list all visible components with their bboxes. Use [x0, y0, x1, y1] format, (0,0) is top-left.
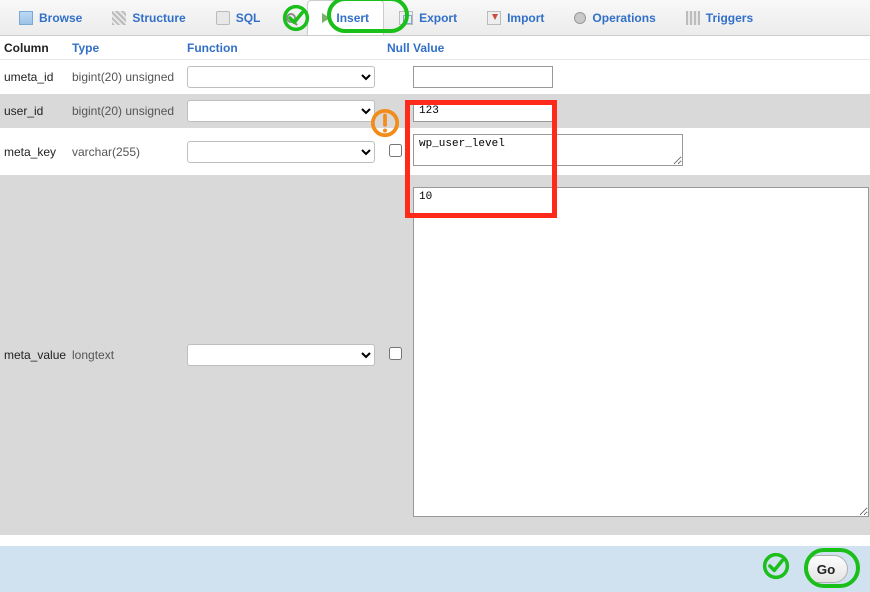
- go-button[interactable]: Go: [804, 555, 848, 583]
- tab-label: Triggers: [706, 11, 753, 25]
- header-value[interactable]: Value: [413, 41, 870, 55]
- null-checkbox[interactable]: [389, 144, 402, 157]
- import-icon: [487, 11, 501, 25]
- tab-label: SQL: [236, 11, 261, 25]
- value-input[interactable]: [413, 187, 869, 517]
- tab-label: Browse: [39, 11, 82, 25]
- table-header: Column Type Function Null Value: [0, 36, 870, 60]
- column-type: bigint(20) unsigned: [72, 70, 187, 84]
- header-null[interactable]: Null: [387, 41, 413, 55]
- tab-structure[interactable]: Structure: [97, 0, 200, 35]
- tab-label: Import: [507, 11, 544, 25]
- header-function[interactable]: Function: [187, 41, 387, 55]
- tab-label: Insert: [336, 11, 369, 25]
- browse-icon: [19, 11, 33, 25]
- search-icon: [286, 13, 296, 23]
- row-meta-key: meta_key varchar(255): [0, 128, 870, 175]
- tab-search[interactable]: [275, 0, 307, 35]
- row-umeta-id: umeta_id bigint(20) unsigned: [0, 60, 870, 94]
- tab-label: Operations: [592, 11, 655, 25]
- sql-icon: [216, 11, 230, 25]
- tab-browse[interactable]: Browse: [4, 0, 97, 35]
- insert-icon: [322, 13, 330, 23]
- insert-form: umeta_id bigint(20) unsigned user_id big…: [0, 60, 870, 535]
- export-icon: [399, 11, 413, 25]
- tab-triggers[interactable]: Triggers: [671, 0, 768, 35]
- function-select[interactable]: [187, 100, 375, 122]
- value-input[interactable]: [413, 66, 553, 88]
- row-meta-value: meta_value longtext: [0, 175, 870, 535]
- footer-bar: Go: [0, 546, 870, 592]
- function-select[interactable]: [187, 344, 375, 366]
- column-name: meta_value: [4, 348, 72, 362]
- value-input[interactable]: [413, 134, 683, 166]
- value-input[interactable]: [413, 100, 553, 122]
- function-select[interactable]: [187, 141, 375, 163]
- row-user-id: user_id bigint(20) unsigned: [0, 94, 870, 128]
- structure-icon: [112, 11, 126, 25]
- tab-label: Export: [419, 11, 457, 25]
- tab-label: Structure: [132, 11, 185, 25]
- tab-sql[interactable]: SQL: [201, 0, 276, 35]
- column-name: user_id: [4, 104, 72, 118]
- function-select[interactable]: [187, 66, 375, 88]
- header-column: Column: [4, 41, 72, 55]
- column-type: bigint(20) unsigned: [72, 104, 187, 118]
- column-name: meta_key: [4, 145, 72, 159]
- null-checkbox[interactable]: [389, 347, 402, 360]
- column-name: umeta_id: [4, 70, 72, 84]
- column-type: varchar(255): [72, 145, 187, 159]
- tabs-bar: Browse Structure SQL Insert Export Impor…: [0, 0, 870, 36]
- tab-insert[interactable]: Insert: [307, 0, 384, 35]
- header-type[interactable]: Type: [72, 41, 187, 55]
- operations-icon: [574, 12, 586, 24]
- tab-import[interactable]: Import: [472, 0, 559, 35]
- tab-export[interactable]: Export: [384, 0, 472, 35]
- triggers-icon: [686, 11, 700, 25]
- tab-operations[interactable]: Operations: [559, 0, 670, 35]
- column-type: longtext: [72, 348, 187, 362]
